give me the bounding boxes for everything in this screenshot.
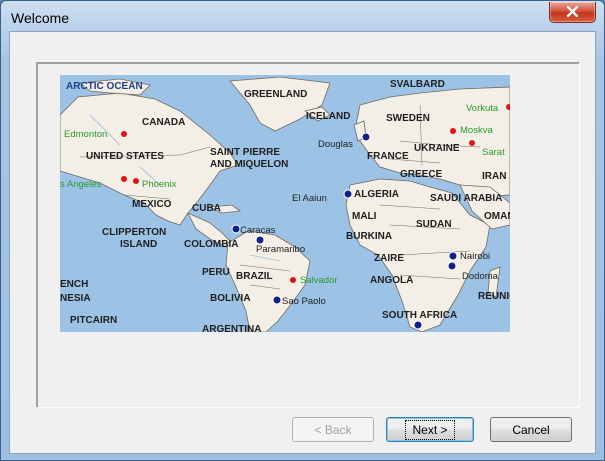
city-marker-el-aaiun <box>343 189 353 199</box>
window-title: Welcome <box>11 10 70 26</box>
region-label-algeria: ALGERIA <box>354 189 399 200</box>
region-label-island: ISLAND <box>120 239 157 250</box>
city-marker-south-africa <box>413 320 423 330</box>
region-label-brazil: BRAZIL <box>236 271 273 282</box>
region-label-saint-pierre: SAINT PIERRE <box>210 147 280 158</box>
city-label-salvador: Salvador <box>300 275 338 286</box>
city-label-los-angeles: s Angeles <box>60 179 101 190</box>
region-label-sweden: SWEDEN <box>386 113 430 124</box>
title-bar[interactable]: Welcome <box>1 1 604 31</box>
region-label-svalbard: SVALBARD <box>390 79 445 90</box>
region-label-burkina: BURKINA <box>346 231 392 242</box>
next-button[interactable]: Next > <box>386 417 474 442</box>
region-label-united-states: UNITED STATES <box>86 151 164 162</box>
city-marker-douglas <box>361 132 371 142</box>
region-label-zaire: ZAIRE <box>374 253 404 264</box>
region-label-peru: PERU <box>202 267 230 278</box>
region-label-oman: OMAN <box>484 211 510 222</box>
region-label-colombia: COLOMBIA <box>184 239 238 250</box>
city-marker-caracas <box>231 224 241 234</box>
city-marker-los-angeles <box>121 176 127 182</box>
city-marker-salvador <box>290 277 296 283</box>
city-label-saratov: Sarat <box>482 147 505 158</box>
region-label-and-miquelon: AND MIQUELON <box>210 159 288 170</box>
region-label-angola: ANGOLA <box>370 275 413 286</box>
region-label-mexico: MEXICO <box>132 199 172 210</box>
region-label-french-polynesia-2: NESIA <box>60 293 91 304</box>
world-map-image: ARCTIC OCEAN GREENLAND ICELAND SVALBARD … <box>60 75 510 332</box>
region-label-greenland: GREENLAND <box>244 89 307 100</box>
city-marker-moskva <box>450 128 456 134</box>
region-label-iceland: ICELAND <box>306 111 350 122</box>
region-label-bolivia: BOLIVIA <box>210 293 251 304</box>
dialog-client-area: ARCTIC OCEAN GREENLAND ICELAND SVALBARD … <box>9 31 596 454</box>
region-label-sudan: SUDAN <box>416 219 452 230</box>
city-label-el-aaiun: El Aaiun <box>292 193 327 204</box>
city-marker-sao-paolo <box>272 295 282 305</box>
region-label-reunion: REUNIO <box>478 291 510 302</box>
city-label-paramaribo: Paramaribo <box>256 244 305 255</box>
region-label-france: FRANCE <box>367 151 409 162</box>
city-marker-paramaribo <box>255 235 265 245</box>
city-label-vorkuta: Vorkuta <box>466 103 499 114</box>
city-label-phoenix: Phoenix <box>142 179 177 190</box>
city-label-sao-paolo: Sao Paolo <box>282 296 326 307</box>
region-label-canada: CANADA <box>142 117 185 128</box>
city-label-caracas: Caracas <box>240 225 276 236</box>
city-marker-saratov <box>469 140 475 146</box>
back-button[interactable]: < Back <box>292 417 374 442</box>
region-label-cuba: CUBA <box>192 203 221 214</box>
back-button-label: < Back <box>314 422 352 437</box>
region-label-ukraine: UKRAINE <box>414 143 460 154</box>
region-label-clipperton: CLIPPERTON <box>102 227 166 238</box>
region-label-saudi-arabia: SAUDI ARABIA <box>430 193 502 204</box>
region-label-mali: MALI <box>352 211 377 222</box>
city-label-douglas: Douglas <box>318 139 353 150</box>
close-icon <box>567 6 578 17</box>
city-marker-phoenix <box>133 178 139 184</box>
region-label-iran: IRAN <box>482 171 506 182</box>
region-label-french-polynesia-1: ENCH <box>60 279 88 290</box>
city-marker-nairobi <box>448 251 458 261</box>
city-label-edmonton: Edmonton <box>64 129 107 140</box>
city-marker-edmonton <box>121 131 127 137</box>
wizard-window: Welcome ARCTIC OCEAN GREENLAND ICELAND S… <box>0 0 605 461</box>
cancel-button[interactable]: Cancel <box>490 417 572 442</box>
next-button-label: Next > <box>405 419 455 440</box>
region-label-pitcairn: PITCAIRN <box>70 315 117 326</box>
region-label-argentina: ARGENTINA <box>202 324 261 332</box>
city-label-dodoma: Dodoma <box>462 271 499 282</box>
region-label-south-africa: SOUTH AFRICA <box>382 310 457 321</box>
close-button[interactable] <box>549 2 596 23</box>
city-marker-dodoma <box>447 261 457 271</box>
region-label-arctic-ocean: ARCTIC OCEAN <box>66 81 143 92</box>
region-label-greece: GREECE <box>400 169 443 180</box>
city-label-nairobi: Nairobi <box>460 251 490 262</box>
cancel-button-label: Cancel <box>512 422 550 437</box>
city-label-moskva: Moskva <box>460 125 493 136</box>
